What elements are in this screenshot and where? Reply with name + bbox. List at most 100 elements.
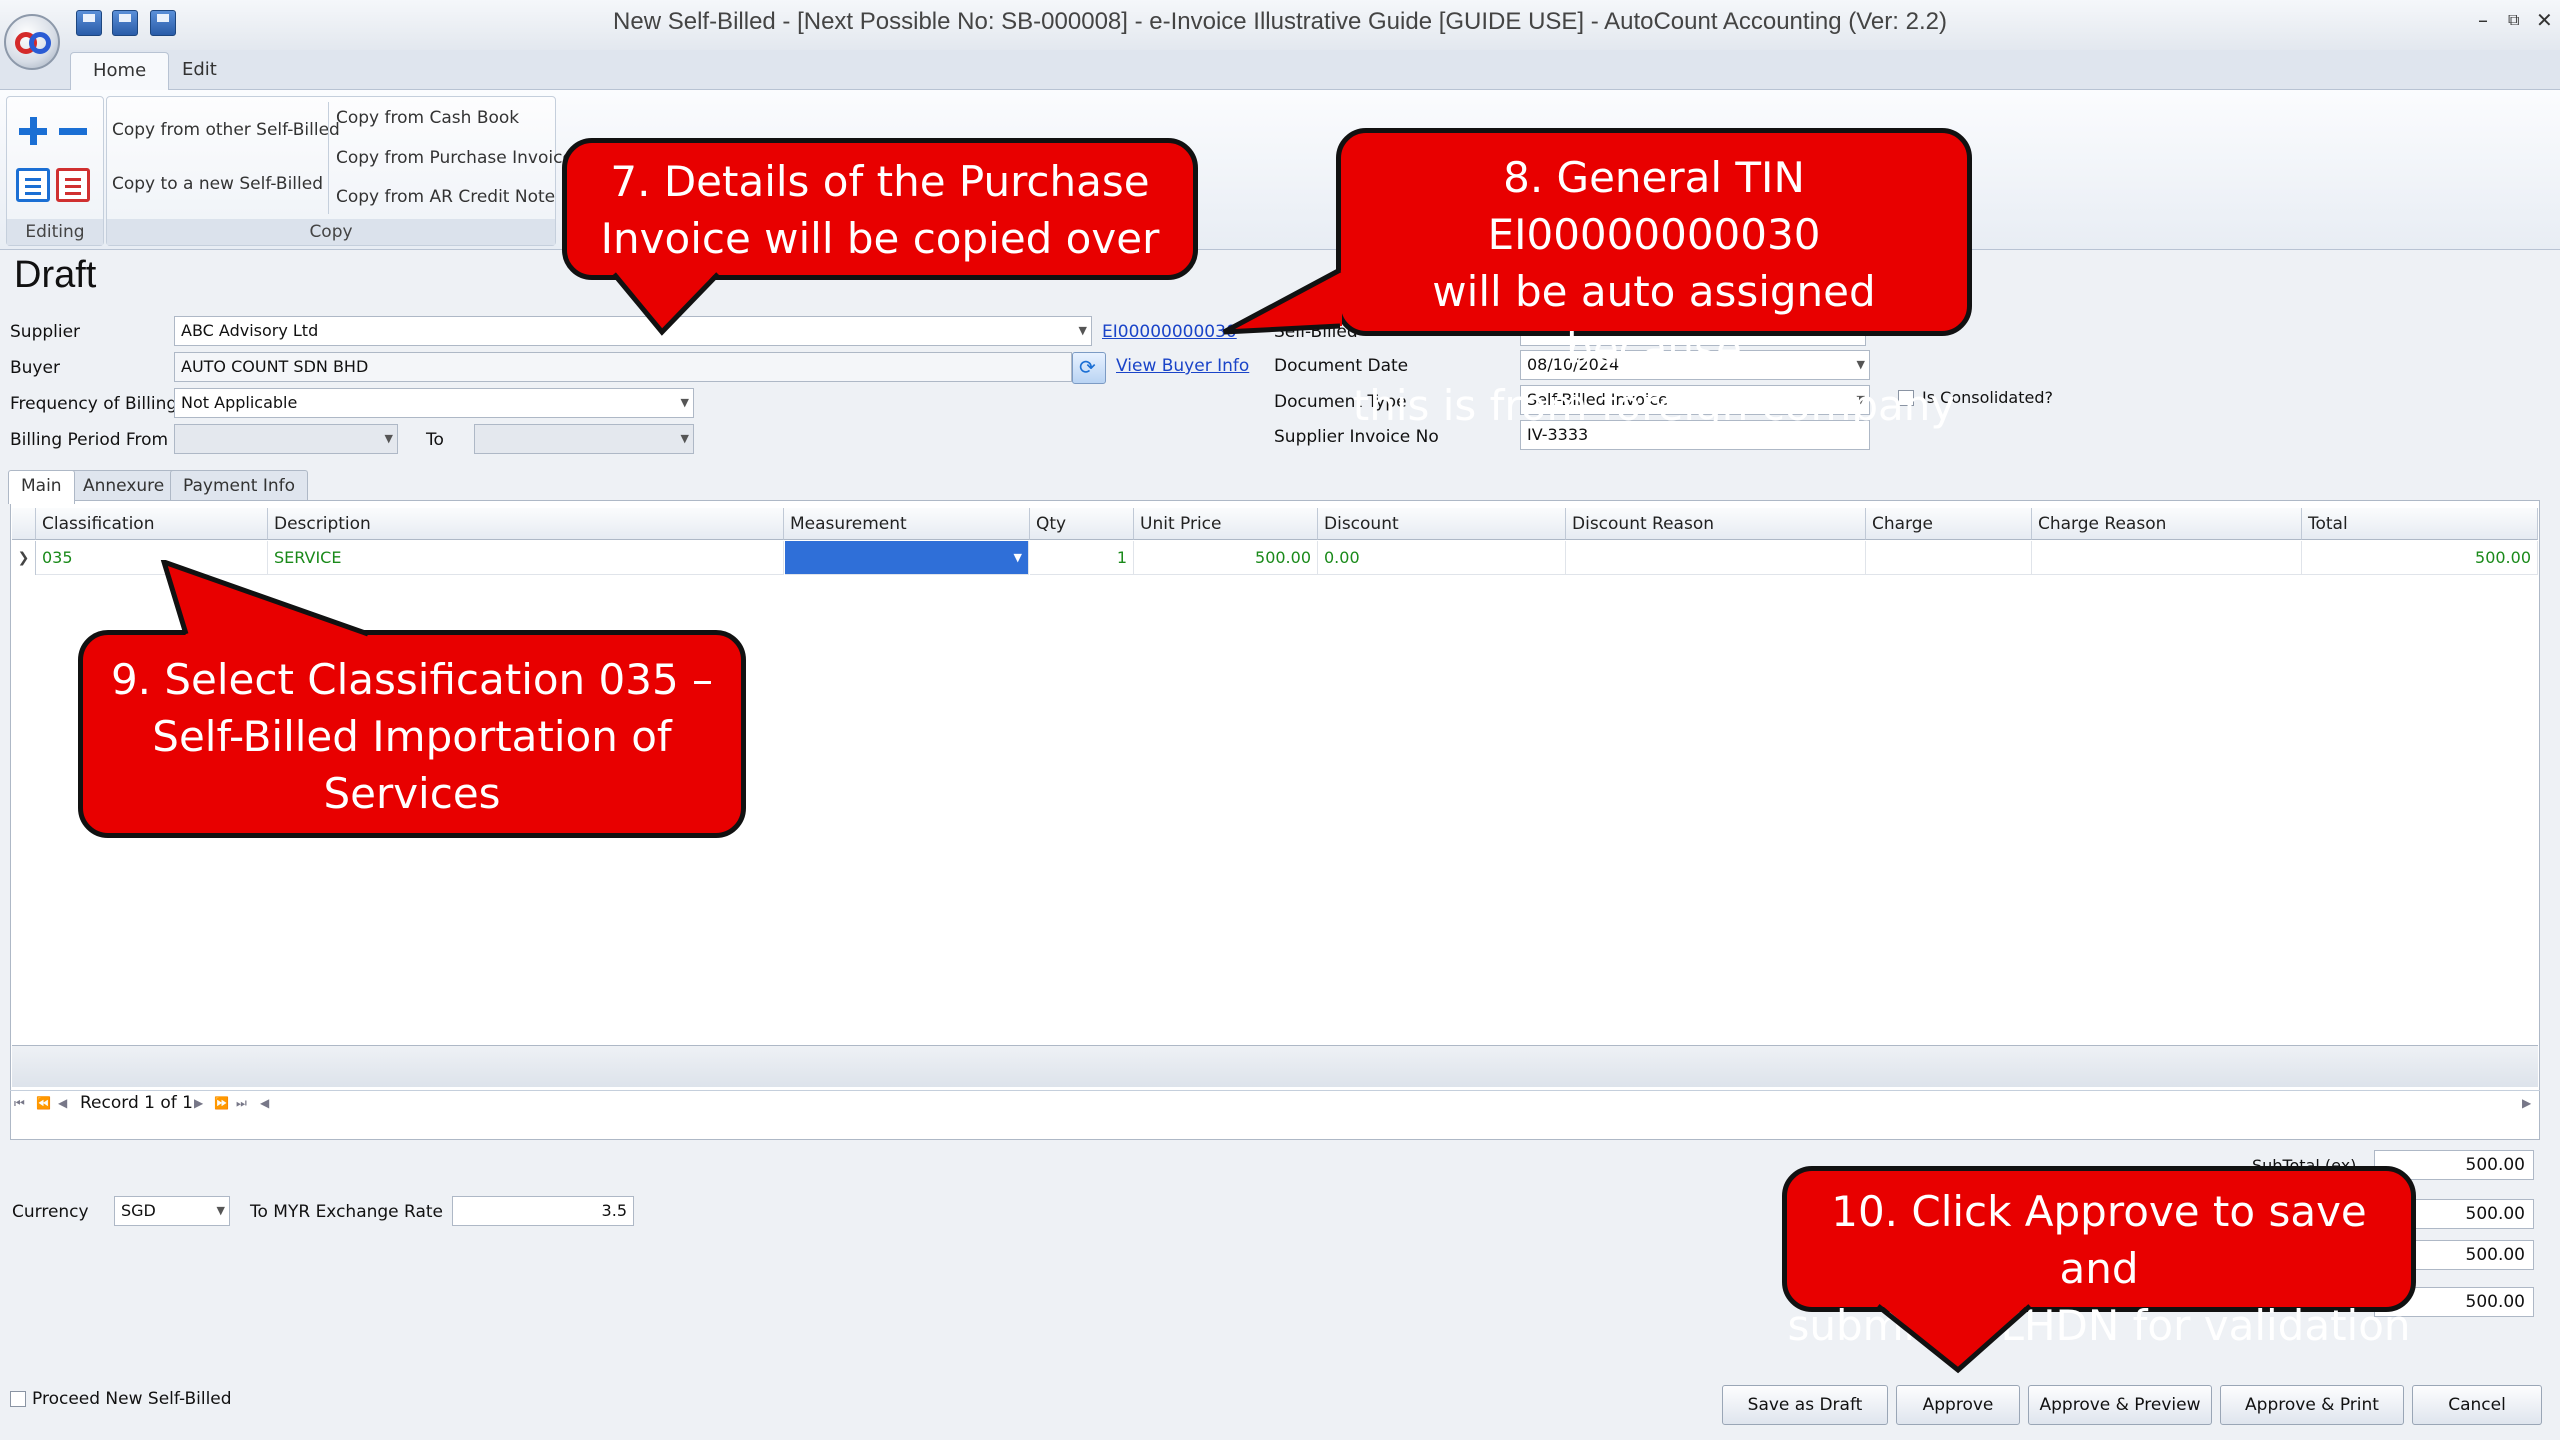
cancel-button[interactable]: Cancel	[2412, 1385, 2542, 1425]
app-menu-button[interactable]	[4, 14, 60, 70]
frequency-select[interactable]: Not Applicable ▼	[174, 388, 694, 418]
view-buyer-info-link[interactable]: View Buyer Info	[1116, 356, 1249, 376]
supplier-value: ABC Advisory Ltd	[181, 321, 319, 340]
tab-edit[interactable]: Edit	[160, 52, 239, 90]
callout-10-pointer	[1876, 1302, 2032, 1374]
frequency-value: Not Applicable	[181, 393, 298, 412]
callout-9-line-2: Self-Billed Importation of	[152, 712, 672, 761]
callout-step-8: 8. General TIN EI00000000030 will be aut…	[1336, 128, 1972, 430]
column-header-charge-reason[interactable]: Charge Reason	[2032, 508, 2302, 540]
last-record-icon[interactable]: ⏭	[236, 1096, 247, 1111]
callout-7-line-1: 7. Details of the Purchase	[610, 157, 1150, 206]
chevron-down-icon[interactable]: ▼	[1014, 541, 1022, 575]
column-header-unit-price[interactable]: Unit Price	[1134, 508, 1318, 540]
callout-8-pointer	[1222, 267, 1342, 335]
cell-discount-reason[interactable]	[1566, 541, 1866, 575]
list-document-icon[interactable]	[56, 168, 90, 202]
billing-period-from-field[interactable]: ▼	[174, 424, 398, 454]
grid-corner	[12, 508, 36, 540]
callout-9-line-3: Services	[323, 769, 501, 818]
currency-select[interactable]: SGD ▼	[114, 1196, 230, 1226]
save-as-draft-button[interactable]: Save as Draft	[1722, 1385, 1888, 1425]
buyer-label: Buyer	[10, 358, 60, 378]
callout-step-7: 7. Details of the Purchase Invoice will …	[562, 138, 1198, 280]
chevron-down-icon[interactable]: ▼	[217, 1197, 225, 1225]
supplier-label: Supplier	[10, 322, 81, 342]
proceed-new-label: Proceed New Self-Billed	[32, 1389, 232, 1409]
cell-charge[interactable]	[1866, 541, 2032, 575]
supplier-tin-link[interactable]: EI00000000030	[1102, 322, 1237, 342]
copy-from-purchase-invoice[interactable]: Copy from Purchase Invoice	[336, 148, 573, 168]
column-header-discount-reason[interactable]: Discount Reason	[1566, 508, 1866, 540]
remove-icon[interactable]	[56, 114, 90, 148]
chevron-down-icon[interactable]: ▼	[385, 425, 393, 453]
cell-unit-price[interactable]: 500.00	[1134, 541, 1318, 575]
callout-step-9: 9. Select Classification 035 – Self-Bill…	[78, 630, 746, 838]
copy-to-new-self-billed[interactable]: Copy to a new Self-Billed	[112, 174, 323, 194]
copy-from-ar-credit-note[interactable]: Copy from AR Credit Note	[336, 187, 555, 207]
exchange-rate-field[interactable]: 3.5	[452, 1196, 634, 1226]
column-header-qty[interactable]: Qty	[1030, 508, 1134, 540]
copy-from-other-self-billed[interactable]: Copy from other Self-Billed	[112, 120, 340, 140]
currency-label: Currency	[12, 1202, 89, 1222]
callout-7-pointer	[612, 270, 720, 336]
buyer-field[interactable]: AUTO COUNT SDN BHD	[174, 352, 1072, 382]
previous-record-icon[interactable]: ◀	[58, 1096, 67, 1110]
callout-10-line-1: 10. Click Approve to save and	[1831, 1187, 2367, 1293]
refresh-icon[interactable]: ⟳	[1072, 352, 1106, 384]
approve-preview-button[interactable]: Approve & Preview	[2028, 1385, 2212, 1425]
close-icon[interactable]: ✕	[2536, 8, 2553, 32]
copy-from-cash-book[interactable]: Copy from Cash Book	[336, 108, 519, 128]
window-title: New Self-Billed - [Next Possible No: SB-…	[613, 8, 1947, 35]
approve-button[interactable]: Approve	[1896, 1385, 2020, 1425]
cell-total[interactable]: 500.00	[2302, 541, 2538, 575]
record-navigator	[10, 1090, 2540, 1120]
tab-main[interactable]: Main	[8, 470, 75, 504]
frequency-label: Frequency of Billing	[10, 394, 178, 414]
cell-qty[interactable]: 1	[1030, 541, 1134, 575]
cell-discount[interactable]: 0.00	[1318, 541, 1566, 575]
chevron-down-icon[interactable]: ▼	[1079, 317, 1087, 345]
column-header-discount[interactable]: Discount	[1318, 508, 1566, 540]
chevron-down-icon[interactable]: ▼	[681, 425, 689, 453]
scroll-left-icon[interactable]: ◀	[260, 1096, 269, 1110]
minimize-icon[interactable]: –	[2478, 8, 2488, 32]
next-record-icon[interactable]: ▶	[194, 1096, 203, 1110]
ribbon-tab-row	[0, 50, 2560, 90]
proceed-new-checkbox[interactable]	[10, 1391, 26, 1407]
column-header-description[interactable]: Description	[268, 508, 784, 540]
record-counter: Record 1 of 1	[80, 1093, 193, 1113]
billing-period-to-field[interactable]: ▼	[474, 424, 694, 454]
ribbon-separator	[328, 102, 329, 214]
chevron-down-icon[interactable]: ▼	[681, 389, 689, 417]
callout-8-line-2: will be auto assigned because	[1432, 267, 1876, 373]
callout-9-pointer	[160, 560, 369, 637]
editing-group-label: Editing	[7, 219, 103, 245]
first-record-icon[interactable]: ⏮	[14, 1096, 25, 1111]
to-label: To	[426, 430, 444, 450]
approve-print-button[interactable]: Approve & Print	[2220, 1385, 2404, 1425]
copy-group-label: Copy	[107, 219, 555, 245]
tab-home[interactable]: Home	[70, 52, 170, 90]
tab-payment-info[interactable]: Payment Info	[170, 470, 309, 502]
logo-icon-ring	[29, 32, 51, 54]
edit-document-icon[interactable]	[16, 168, 50, 202]
column-header-charge[interactable]: Charge	[1866, 508, 2032, 540]
callout-8-line-1: 8. General TIN EI00000000030	[1487, 153, 1821, 259]
tab-annexure[interactable]: Annexure	[70, 470, 178, 502]
cell-measurement[interactable]: ▼	[785, 541, 1029, 575]
next-page-icon[interactable]: ⏩	[214, 1096, 229, 1110]
column-header-measurement[interactable]: Measurement	[784, 508, 1030, 540]
previous-page-icon[interactable]: ⏪	[36, 1096, 51, 1110]
cell-charge-reason[interactable]	[2032, 541, 2302, 575]
column-header-total[interactable]: Total	[2302, 508, 2538, 540]
scroll-right-icon[interactable]: ▶	[2522, 1096, 2531, 1110]
document-status-title: Draft	[14, 254, 97, 296]
restore-icon[interactable]: ⧉	[2508, 10, 2519, 30]
exchange-rate-label: To MYR Exchange Rate	[250, 1202, 444, 1222]
billing-period-label: Billing Period From	[10, 430, 169, 450]
column-header-classification[interactable]: Classification	[36, 508, 268, 540]
grid-footer	[12, 1045, 2538, 1087]
callout-7-line-2: Invoice will be copied over	[600, 214, 1160, 263]
add-icon[interactable]	[16, 114, 50, 148]
